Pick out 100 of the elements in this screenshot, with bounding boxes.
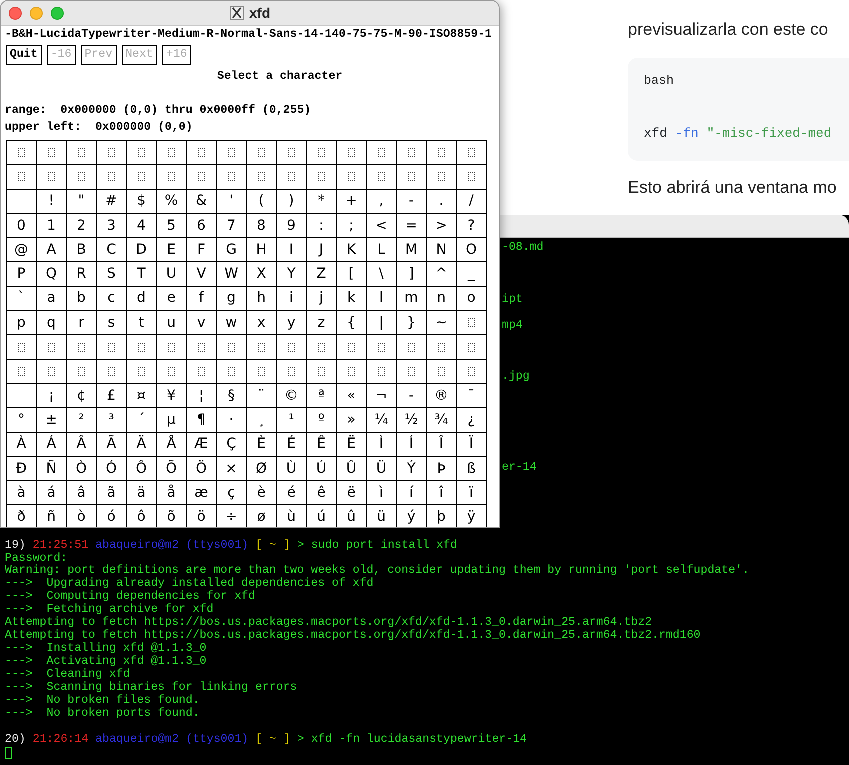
glyph-cell[interactable]: Ì xyxy=(367,432,397,457)
glyph-cell[interactable]: ; xyxy=(337,214,367,238)
glyph-cell[interactable] xyxy=(277,165,307,190)
glyph-cell[interactable]: V xyxy=(187,262,217,287)
glyph-cell[interactable]: ~ xyxy=(427,311,457,336)
glyph-cell[interactable]: ³ xyxy=(97,408,127,433)
glyph-cell[interactable]: \ xyxy=(367,262,397,287)
glyph-cell[interactable]: ! xyxy=(37,190,67,214)
glyph-cell[interactable]: ¢ xyxy=(67,384,97,408)
glyph-cell[interactable]: ] xyxy=(397,262,427,287)
glyph-cell[interactable]: ¬ xyxy=(367,384,397,408)
glyph-cell[interactable]: × xyxy=(217,456,247,482)
glyph-cell[interactable] xyxy=(277,360,307,384)
glyph-cell[interactable]: Ë xyxy=(337,432,367,457)
glyph-cell[interactable]: ^ xyxy=(427,262,457,287)
glyph-cell[interactable] xyxy=(37,141,67,166)
glyph-cell[interactable]: ¶ xyxy=(187,408,217,433)
glyph-cell[interactable]: " xyxy=(67,190,97,214)
glyph-cell[interactable] xyxy=(157,141,187,166)
glyph-cell[interactable]: B xyxy=(67,238,97,262)
glyph-cell[interactable]: Ó xyxy=(97,456,127,482)
glyph-cell[interactable] xyxy=(277,141,307,166)
glyph-cell[interactable]: x xyxy=(247,311,277,336)
glyph-cell[interactable] xyxy=(157,335,187,360)
glyph-cell[interactable]: T xyxy=(127,262,157,287)
glyph-cell[interactable] xyxy=(397,360,427,384)
glyph-cell[interactable]: Ø xyxy=(247,456,277,482)
glyph-cell[interactable] xyxy=(397,165,427,190)
glyph-cell[interactable]: É xyxy=(277,432,307,457)
glyph-cell[interactable] xyxy=(97,360,127,384)
glyph-cell[interactable]: - xyxy=(397,384,427,408)
glyph-cell[interactable]: Ñ xyxy=(37,456,67,482)
glyph-cell[interactable] xyxy=(427,335,457,360)
glyph-cell[interactable] xyxy=(427,165,457,190)
glyph-cell[interactable] xyxy=(187,335,217,360)
glyph-cell[interactable]: á xyxy=(37,481,67,506)
glyph-cell[interactable] xyxy=(247,360,277,384)
glyph-cell[interactable]: å xyxy=(157,481,187,506)
glyph-cell[interactable]: 4 xyxy=(127,214,157,238)
glyph-cell[interactable]: Ò xyxy=(67,456,97,482)
glyph-cell[interactable]: ß xyxy=(457,456,487,482)
glyph-cell[interactable]: k xyxy=(337,286,367,312)
glyph-cell[interactable] xyxy=(217,165,247,190)
glyph-cell[interactable]: l xyxy=(367,286,397,312)
glyph-cell[interactable] xyxy=(337,360,367,384)
glyph-cell[interactable]: G xyxy=(217,238,247,262)
glyph-cell[interactable]: ô xyxy=(127,505,157,527)
glyph-cell[interactable] xyxy=(427,141,457,166)
glyph-cell[interactable]: Í xyxy=(397,432,427,457)
glyph-cell[interactable]: D xyxy=(127,238,157,262)
glyph-cell[interactable]: + xyxy=(337,190,367,214)
glyph-cell[interactable]: ¹ xyxy=(277,408,307,433)
glyph-cell[interactable]: _ xyxy=(457,262,487,287)
glyph-cell[interactable]: K xyxy=(337,238,367,262)
glyph-cell[interactable]: Ä xyxy=(127,432,157,457)
glyph-cell[interactable]: : xyxy=(307,214,337,238)
glyph-cell[interactable]: m xyxy=(397,286,427,312)
glyph-cell[interactable]: C xyxy=(97,238,127,262)
glyph-cell[interactable]: º xyxy=(307,408,337,433)
glyph-cell[interactable] xyxy=(97,141,127,166)
glyph-cell[interactable]: 5 xyxy=(157,214,187,238)
glyph-cell[interactable]: H xyxy=(247,238,277,262)
glyph-cell[interactable] xyxy=(457,360,487,384)
glyph-cell[interactable]: / xyxy=(457,190,487,214)
glyph-cell[interactable] xyxy=(127,360,157,384)
glyph-cell[interactable]: g xyxy=(217,286,247,312)
glyph-cell[interactable] xyxy=(367,165,397,190)
glyph-cell[interactable]: ¾ xyxy=(427,408,457,433)
glyph-cell[interactable] xyxy=(7,360,37,384)
glyph-cell[interactable]: ± xyxy=(37,408,67,433)
glyph-cell[interactable]: Á xyxy=(37,432,67,457)
glyph-cell[interactable]: Ã xyxy=(97,432,127,457)
glyph-cell[interactable] xyxy=(157,360,187,384)
glyph-cell[interactable] xyxy=(7,141,37,166)
glyph-cell[interactable]: Å xyxy=(157,432,187,457)
glyph-cell[interactable] xyxy=(187,360,217,384)
glyph-cell[interactable]: U xyxy=(157,262,187,287)
glyph-cell[interactable]: f xyxy=(187,286,217,312)
glyph-cell[interactable] xyxy=(427,360,457,384)
glyph-cell[interactable]: s xyxy=(97,311,127,336)
glyph-cell[interactable]: È xyxy=(247,432,277,457)
glyph-cell[interactable]: » xyxy=(337,408,367,433)
glyph-cell[interactable] xyxy=(217,335,247,360)
glyph-cell[interactable] xyxy=(367,360,397,384)
glyph-cell[interactable]: ² xyxy=(67,408,97,433)
glyph-cell[interactable] xyxy=(247,141,277,166)
glyph-cell[interactable]: 3 xyxy=(97,214,127,238)
glyph-cell[interactable]: Q xyxy=(37,262,67,287)
glyph-cell[interactable] xyxy=(397,141,427,166)
glyph-cell[interactable] xyxy=(307,360,337,384)
glyph-cell[interactable]: 8 xyxy=(247,214,277,238)
glyph-cell[interactable]: e xyxy=(157,286,187,312)
glyph-cell[interactable]: ) xyxy=(277,190,307,214)
glyph-cell[interactable]: z xyxy=(307,311,337,336)
glyph-cell[interactable]: ` xyxy=(7,286,37,312)
glyph-cell[interactable]: | xyxy=(367,311,397,336)
glyph-cell[interactable]: ð xyxy=(7,505,37,527)
glyph-cell[interactable]: O xyxy=(457,238,487,262)
glyph-cell[interactable]: Ý xyxy=(397,456,427,482)
close-button[interactable] xyxy=(9,7,22,20)
